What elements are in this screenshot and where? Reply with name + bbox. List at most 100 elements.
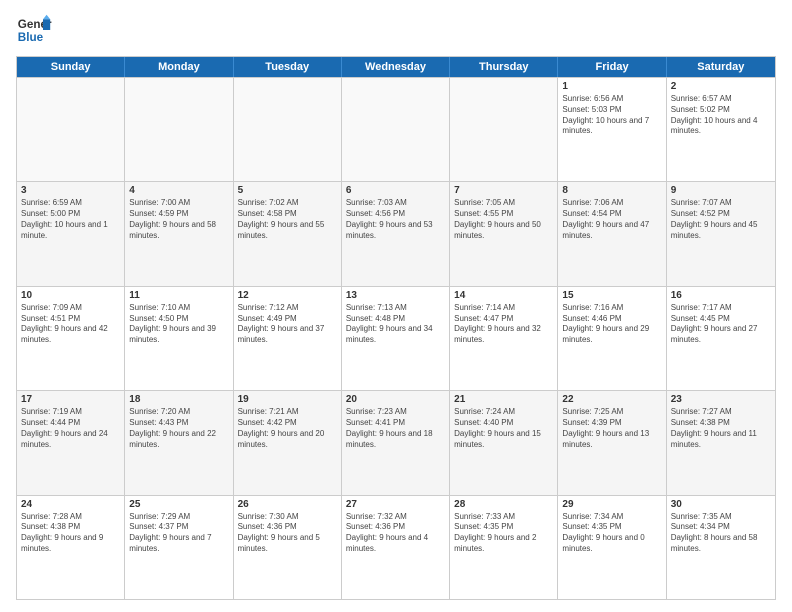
page-header: General Blue <box>16 12 776 48</box>
day-cell-16: 16 Sunrise: 7:17 AM Sunset: 4:45 PM Dayli… <box>667 287 775 390</box>
day-number: 8 <box>562 185 661 196</box>
day-cell-21: 21Sunrise: 7:24 AM Sunset: 4:40 PM Dayli… <box>450 391 558 494</box>
day-details: Sunrise: 7:32 AM Sunset: 4:36 PM Dayligh… <box>346 512 445 555</box>
day-number: 15 <box>562 290 661 301</box>
day-cell-24: 24 Sunrise: 7:28 AM Sunset: 4:38 PM Dayli… <box>17 496 125 599</box>
day-details: Sunrise: 7:05 AM Sunset: 4:55 PM Dayligh… <box>454 198 553 241</box>
day-details: Sunrise: 7:19 AM Sunset: 4:44 PM Dayligh… <box>21 407 120 450</box>
day-cell-3: 3Sunrise: 6:59 AM Sunset: 5:00 PM Daylig… <box>17 182 125 285</box>
day-cell-12: 12 Sunrise: 7:12 AM Sunset: 4:49 PM Dayli… <box>234 287 342 390</box>
day-number: 14 <box>454 290 553 301</box>
day-details: Sunrise: 7:21 AM Sunset: 4:42 PM Dayligh… <box>238 407 337 450</box>
day-details: Sunrise: 7:20 AM Sunset: 4:43 PM Dayligh… <box>129 407 228 450</box>
day-details: Sunrise: 7:27 AM Sunset: 4:38 PM Dayligh… <box>671 407 771 450</box>
weekday-header-sunday: Sunday <box>17 57 125 77</box>
day-cell-27: 27 Sunrise: 7:32 AM Sunset: 4:36 PM Dayli… <box>342 496 450 599</box>
calendar-header-row: SundayMondayTuesdayWednesdayThursdayFrid… <box>17 57 775 77</box>
empty-cell-r0c2 <box>234 78 342 181</box>
day-details: Sunrise: 7:14 AM Sunset: 4:47 PM Dayligh… <box>454 303 553 346</box>
day-number: 26 <box>238 499 337 510</box>
day-cell-1: 1Sunrise: 6:56 AM Sunset: 5:03 PM Daylig… <box>558 78 666 181</box>
day-cell-26: 26 Sunrise: 7:30 AM Sunset: 4:36 PM Dayli… <box>234 496 342 599</box>
day-cell-9: 9Sunrise: 7:07 AM Sunset: 4:52 PM Daylig… <box>667 182 775 285</box>
day-cell-18: 18 Sunrise: 7:20 AM Sunset: 4:43 PM Dayli… <box>125 391 233 494</box>
day-details: Sunrise: 6:57 AM Sunset: 5:02 PM Dayligh… <box>671 94 771 137</box>
calendar-row-2: 3Sunrise: 6:59 AM Sunset: 5:00 PM Daylig… <box>17 181 775 285</box>
day-details: Sunrise: 7:30 AM Sunset: 4:36 PM Dayligh… <box>238 512 337 555</box>
day-cell-7: 7Sunrise: 7:05 AM Sunset: 4:55 PM Daylig… <box>450 182 558 285</box>
day-number: 1 <box>562 81 661 92</box>
day-details: Sunrise: 7:17 AM Sunset: 4:45 PM Dayligh… <box>671 303 771 346</box>
calendar: SundayMondayTuesdayWednesdayThursdayFrid… <box>16 56 776 600</box>
day-number: 28 <box>454 499 553 510</box>
day-cell-10: 10Sunrise: 7:09 AM Sunset: 4:51 PM Dayli… <box>17 287 125 390</box>
weekday-header-friday: Friday <box>558 57 666 77</box>
weekday-header-tuesday: Tuesday <box>234 57 342 77</box>
day-cell-2: 2 Sunrise: 6:57 AM Sunset: 5:02 PM Daylig… <box>667 78 775 181</box>
day-cell-20: 20Sunrise: 7:23 AM Sunset: 4:41 PM Dayli… <box>342 391 450 494</box>
day-number: 12 <box>238 290 337 301</box>
day-number: 16 <box>671 290 771 301</box>
day-details: Sunrise: 7:29 AM Sunset: 4:37 PM Dayligh… <box>129 512 228 555</box>
weekday-header-monday: Monday <box>125 57 233 77</box>
day-cell-22: 22Sunrise: 7:25 AM Sunset: 4:39 PM Dayli… <box>558 391 666 494</box>
logo-icon: General Blue <box>16 12 52 48</box>
day-number: 27 <box>346 499 445 510</box>
empty-cell-r0c1 <box>125 78 233 181</box>
day-cell-6: 6 Sunrise: 7:03 AM Sunset: 4:56 PM Daylig… <box>342 182 450 285</box>
calendar-row-4: 17 Sunrise: 7:19 AM Sunset: 4:44 PM Dayli… <box>17 390 775 494</box>
day-cell-29: 29 Sunrise: 7:34 AM Sunset: 4:35 PM Dayli… <box>558 496 666 599</box>
day-number: 2 <box>671 81 771 92</box>
day-cell-30: 30 Sunrise: 7:35 AM Sunset: 4:34 PM Dayli… <box>667 496 775 599</box>
day-details: Sunrise: 7:12 AM Sunset: 4:49 PM Dayligh… <box>238 303 337 346</box>
day-number: 25 <box>129 499 228 510</box>
day-details: Sunrise: 7:35 AM Sunset: 4:34 PM Dayligh… <box>671 512 771 555</box>
day-number: 6 <box>346 185 445 196</box>
day-number: 10 <box>21 290 120 301</box>
day-number: 4 <box>129 185 228 196</box>
day-details: Sunrise: 7:16 AM Sunset: 4:46 PM Dayligh… <box>562 303 661 346</box>
day-cell-17: 17 Sunrise: 7:19 AM Sunset: 4:44 PM Dayli… <box>17 391 125 494</box>
calendar-row-3: 10Sunrise: 7:09 AM Sunset: 4:51 PM Dayli… <box>17 286 775 390</box>
day-details: Sunrise: 7:24 AM Sunset: 4:40 PM Dayligh… <box>454 407 553 450</box>
calendar-body: 1Sunrise: 6:56 AM Sunset: 5:03 PM Daylig… <box>17 77 775 599</box>
day-details: Sunrise: 7:10 AM Sunset: 4:50 PM Dayligh… <box>129 303 228 346</box>
day-cell-15: 15 Sunrise: 7:16 AM Sunset: 4:46 PM Dayli… <box>558 287 666 390</box>
day-number: 19 <box>238 394 337 405</box>
calendar-page: General Blue SundayMondayTuesdayWednesda… <box>0 0 792 612</box>
calendar-row-5: 24 Sunrise: 7:28 AM Sunset: 4:38 PM Dayli… <box>17 495 775 599</box>
empty-cell-r0c4 <box>450 78 558 181</box>
day-details: Sunrise: 7:33 AM Sunset: 4:35 PM Dayligh… <box>454 512 553 555</box>
day-cell-14: 14 Sunrise: 7:14 AM Sunset: 4:47 PM Dayli… <box>450 287 558 390</box>
day-details: Sunrise: 7:34 AM Sunset: 4:35 PM Dayligh… <box>562 512 661 555</box>
day-cell-19: 19 Sunrise: 7:21 AM Sunset: 4:42 PM Dayli… <box>234 391 342 494</box>
calendar-row-1: 1Sunrise: 6:56 AM Sunset: 5:03 PM Daylig… <box>17 77 775 181</box>
day-number: 5 <box>238 185 337 196</box>
day-number: 9 <box>671 185 771 196</box>
day-cell-4: 4 Sunrise: 7:00 AM Sunset: 4:59 PM Daylig… <box>125 182 233 285</box>
weekday-header-wednesday: Wednesday <box>342 57 450 77</box>
weekday-header-thursday: Thursday <box>450 57 558 77</box>
day-number: 30 <box>671 499 771 510</box>
day-number: 17 <box>21 394 120 405</box>
day-number: 22 <box>562 394 661 405</box>
day-cell-8: 8 Sunrise: 7:06 AM Sunset: 4:54 PM Daylig… <box>558 182 666 285</box>
day-details: Sunrise: 7:13 AM Sunset: 4:48 PM Dayligh… <box>346 303 445 346</box>
day-details: Sunrise: 7:00 AM Sunset: 4:59 PM Dayligh… <box>129 198 228 241</box>
day-number: 11 <box>129 290 228 301</box>
day-cell-25: 25 Sunrise: 7:29 AM Sunset: 4:37 PM Dayli… <box>125 496 233 599</box>
day-cell-5: 5 Sunrise: 7:02 AM Sunset: 4:58 PM Daylig… <box>234 182 342 285</box>
day-details: Sunrise: 7:03 AM Sunset: 4:56 PM Dayligh… <box>346 198 445 241</box>
day-details: Sunrise: 7:02 AM Sunset: 4:58 PM Dayligh… <box>238 198 337 241</box>
day-details: Sunrise: 7:23 AM Sunset: 4:41 PM Dayligh… <box>346 407 445 450</box>
day-details: Sunrise: 7:06 AM Sunset: 4:54 PM Dayligh… <box>562 198 661 241</box>
day-number: 29 <box>562 499 661 510</box>
day-number: 24 <box>21 499 120 510</box>
day-number: 18 <box>129 394 228 405</box>
day-cell-28: 28 Sunrise: 7:33 AM Sunset: 4:35 PM Dayli… <box>450 496 558 599</box>
svg-text:Blue: Blue <box>18 31 44 44</box>
day-cell-13: 13Sunrise: 7:13 AM Sunset: 4:48 PM Dayli… <box>342 287 450 390</box>
day-details: Sunrise: 7:28 AM Sunset: 4:38 PM Dayligh… <box>21 512 120 555</box>
day-number: 3 <box>21 185 120 196</box>
logo: General Blue <box>16 12 52 48</box>
